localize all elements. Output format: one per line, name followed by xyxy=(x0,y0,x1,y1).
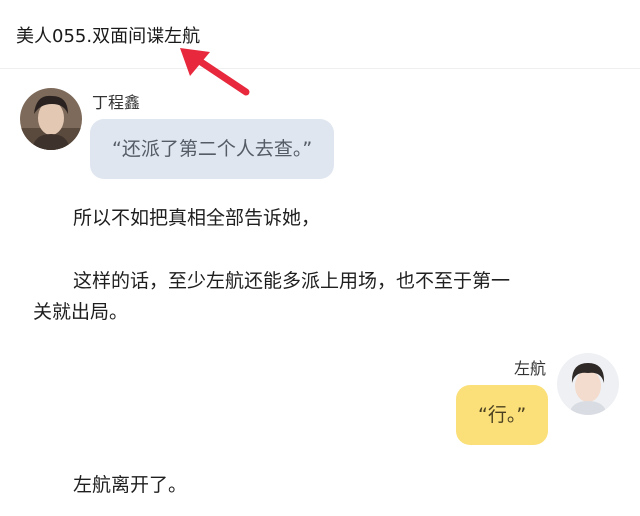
paragraph: 关就出局。 xyxy=(33,301,129,323)
paragraph: 左航离开了。 xyxy=(73,474,188,496)
speaker-name: 左航 xyxy=(514,359,547,378)
annotation-arrow-icon xyxy=(180,48,250,96)
speaker-name: 丁程鑫 xyxy=(92,93,141,112)
avatar-ding-chengxin[interactable] xyxy=(20,88,82,150)
chapter-header: 美人055.双面间谍左航 xyxy=(0,0,640,69)
avatar-zuo-hang[interactable] xyxy=(557,353,619,415)
paragraph: 这样的话，至少左航还能多派上用场，也不至于第一 xyxy=(73,270,511,292)
paragraph: 所以不如把真相全部告诉她， xyxy=(73,207,321,229)
chapter-title: 美人055.双面间谍左航 xyxy=(16,26,201,47)
message-bubble[interactable]: “还派了第二个人去查。” xyxy=(90,119,335,179)
message-bubble[interactable]: “行。” xyxy=(456,385,549,445)
